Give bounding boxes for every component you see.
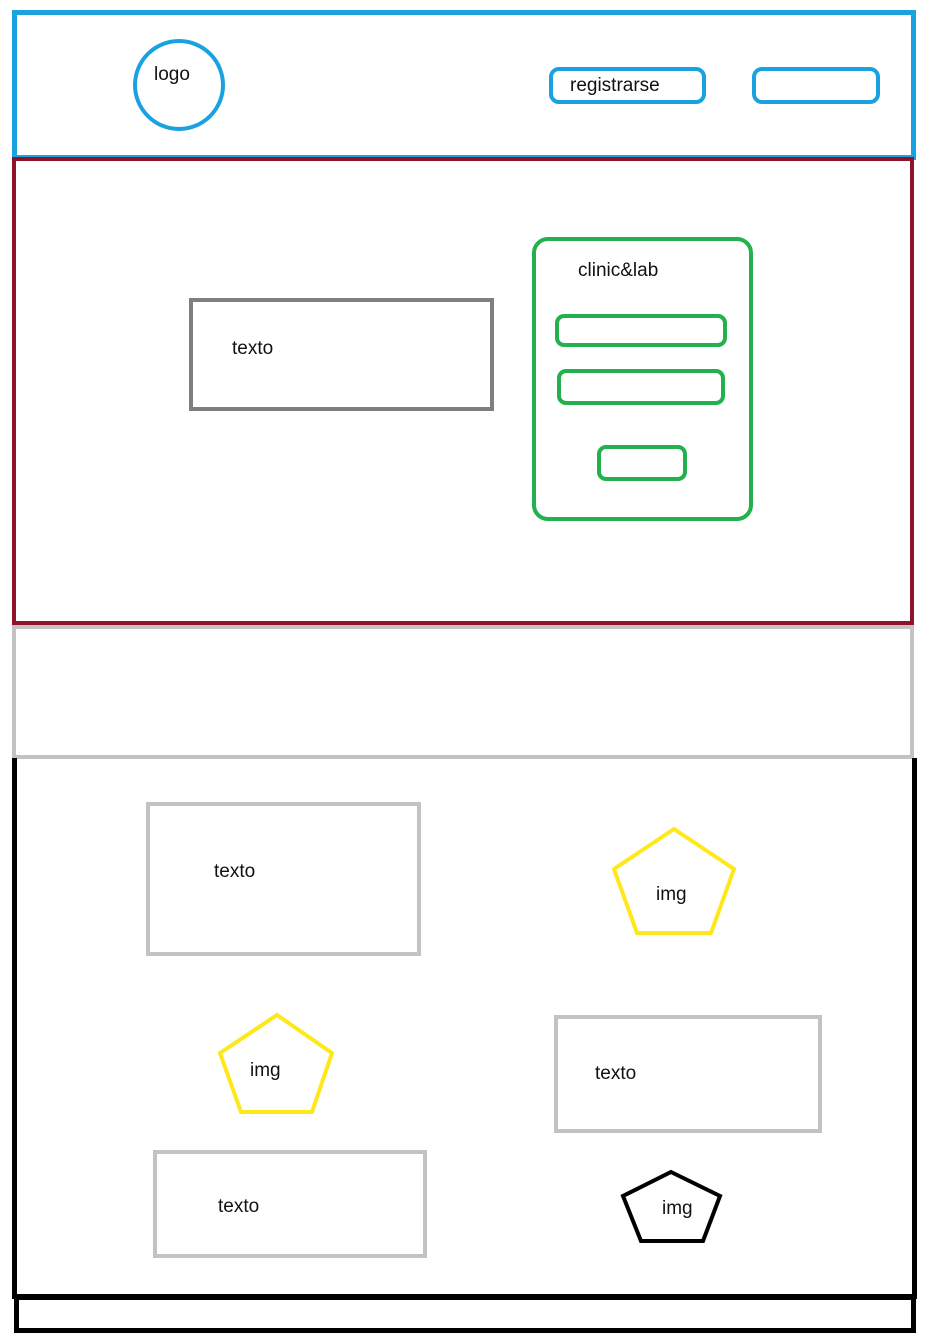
image-placeholder-shapes <box>217 826 737 1243</box>
image-placeholder-1 <box>611 826 737 935</box>
image-placeholder-label-3: img <box>662 1198 693 1219</box>
image-placeholder-label-2: img <box>250 1060 281 1081</box>
image-placeholder-label-1: img <box>656 884 687 905</box>
footer-section <box>14 1295 916 1333</box>
